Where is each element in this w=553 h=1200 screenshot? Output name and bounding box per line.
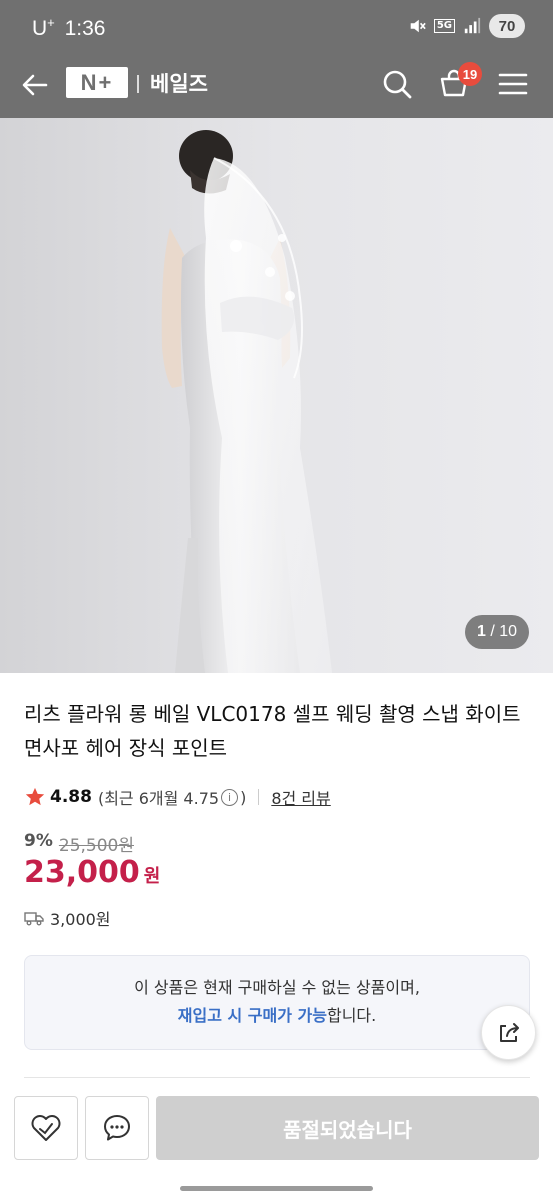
- review-link[interactable]: 8건 리뷰: [271, 785, 330, 809]
- store-name[interactable]: 베일즈: [150, 68, 208, 98]
- product-photo: [0, 118, 553, 673]
- notice-line-2: 재입고 시 구매가 가능합니다.: [25, 1002, 529, 1030]
- notice-restock-text: 재입고 시 구매가 가능: [177, 1006, 327, 1025]
- rating-score: 4.88: [50, 787, 92, 807]
- carrier-time: U+ 1:36: [32, 15, 105, 41]
- recent-rating-close: ): [240, 787, 247, 807]
- mute-icon: [410, 19, 426, 33]
- image-counter: 1 / 10: [465, 615, 529, 649]
- currency-unit: 원: [143, 866, 161, 887]
- soldout-button[interactable]: 품절되었습니다: [156, 1096, 539, 1160]
- product-title: 리츠 플라워 롱 베일 VLC0178 셀프 웨딩 촬영 스냅 화이트 면사포 …: [24, 702, 521, 760]
- star-icon: [25, 787, 45, 806]
- recent-rating: (최근 6개월 4.75: [97, 789, 220, 808]
- section-divider: [24, 1077, 530, 1078]
- notice-line-1: 이 상품은 현재 구매하실 수 없는 상품이며,: [134, 978, 420, 997]
- sale-price-row: 23,000 원: [24, 855, 160, 890]
- cart-count-badge: 19: [458, 62, 482, 86]
- notice-line-2-rest: 합니다.: [326, 1006, 377, 1025]
- chat-icon: [104, 1115, 130, 1141]
- original-price: 25,500원: [58, 836, 134, 856]
- bottom-action-bar: 품절되었습니다: [0, 1082, 553, 1200]
- battery-indicator: 70: [489, 14, 525, 38]
- back-arrow-icon[interactable]: [20, 70, 50, 100]
- share-button[interactable]: [481, 1005, 536, 1060]
- info-icon[interactable]: i: [221, 788, 239, 806]
- image-counter-current: 1: [476, 623, 486, 640]
- image-counter-total: / 10: [490, 623, 518, 640]
- talk-button[interactable]: [85, 1096, 149, 1160]
- rating-divider: [258, 789, 260, 805]
- heart-icon: [31, 1115, 61, 1141]
- home-indicator[interactable]: [180, 1186, 373, 1191]
- shipping-row: 3,000원: [24, 906, 111, 930]
- discount-rate: 9%: [24, 831, 53, 851]
- clock: 1:36: [64, 17, 106, 40]
- search-icon[interactable]: [381, 68, 413, 100]
- signal-icon: [464, 17, 481, 34]
- rating-row: 4.88 (최근 6개월 4.75 i ) 8건 리뷰: [24, 785, 331, 809]
- status-bar: U+ 1:36 5G 70: [0, 0, 553, 56]
- share-icon: [499, 1022, 519, 1042]
- carrier-sup: +: [47, 15, 55, 30]
- menu-icon[interactable]: [497, 68, 529, 100]
- network-badge: 5G: [433, 19, 455, 33]
- shipping-fee: 3,000원: [50, 910, 111, 929]
- sale-price: 23,000: [24, 855, 140, 890]
- original-price-row: 9% 25,500원: [24, 831, 134, 856]
- truck-icon: [24, 912, 44, 926]
- carrier-name: U: [32, 17, 48, 40]
- status-icons: 5G 70: [408, 14, 525, 38]
- soldout-notice: 이 상품은 현재 구매하실 수 없는 상품이며, 재입고 시 구매가 가능합니다…: [24, 955, 530, 1050]
- product-image-gallery[interactable]: 1 / 10: [0, 118, 553, 673]
- logo-divider: [137, 75, 139, 93]
- naver-plus-logo[interactable]: N+: [66, 67, 128, 98]
- wishlist-button[interactable]: [14, 1096, 78, 1160]
